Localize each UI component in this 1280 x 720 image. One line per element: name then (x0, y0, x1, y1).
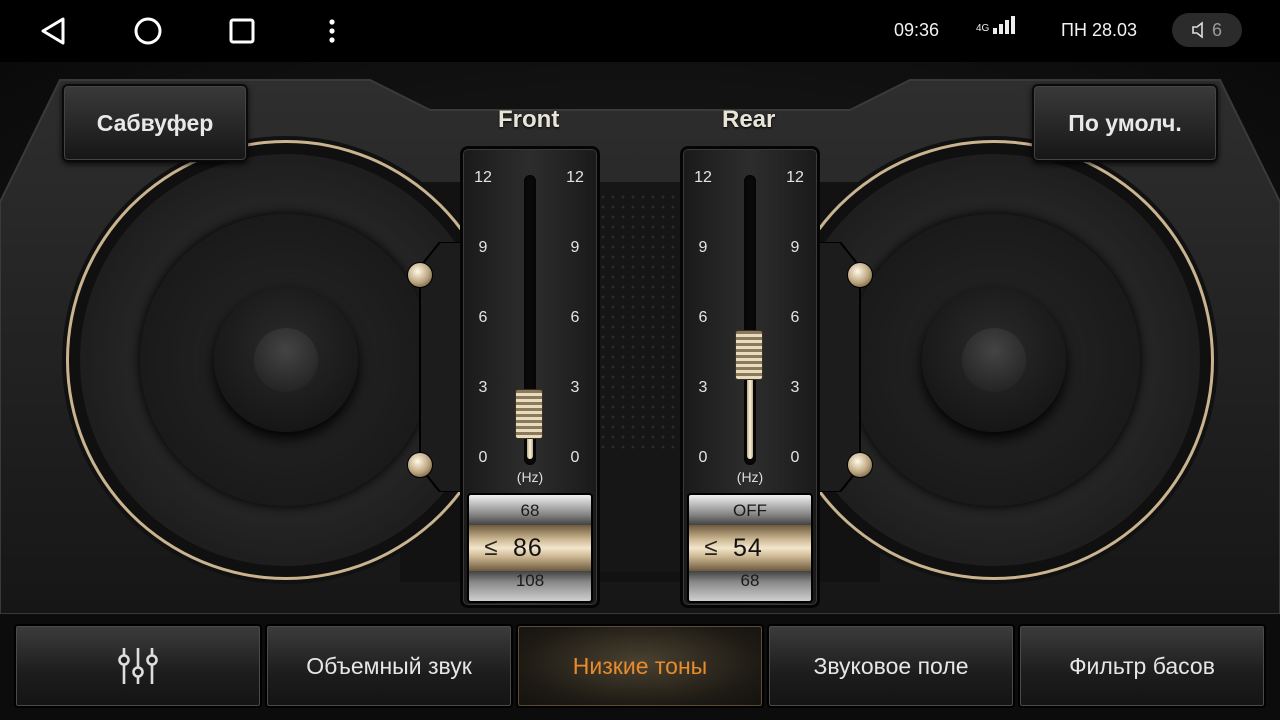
unit-label: (Hz) (736, 469, 764, 485)
wheel-selected[interactable]: ≤ 54 (689, 525, 811, 571)
front-slider-panel: 12 12 9 9 6 6 3 3 0 0 (Hz) 68 ≤ 86 108 (460, 146, 600, 608)
screw-icon (407, 452, 433, 478)
grille (598, 192, 682, 452)
scale-label: 9 (478, 239, 488, 256)
clock: 09:36 (894, 20, 940, 40)
scale-label: 0 (790, 449, 800, 466)
tab-sound-field[interactable]: Звуковое поле (767, 624, 1015, 708)
wheel-selected[interactable]: ≤ 86 (469, 525, 591, 571)
bottom-tab-bar: Объемный звук Низкие тоны Звуковое поле … (0, 614, 1280, 720)
status-bar: 09:36 4G ПН 28.03 6 (0, 0, 1280, 62)
front-title: Front (498, 106, 560, 133)
scale-label: 3 (570, 379, 580, 396)
scale-label: 12 (694, 169, 712, 186)
scale-label: 6 (698, 309, 708, 326)
wheel-prev-value: OFF (733, 501, 767, 520)
scale-label: 0 (478, 449, 488, 466)
wheel-current-value: 54 (733, 533, 763, 562)
bass-settings-stage: Сабвуфер По умолч. Front Rear 12 12 9 9 … (0, 62, 1280, 614)
tab-surround[interactable]: Объемный звук (265, 624, 513, 708)
back-icon[interactable] (36, 14, 70, 48)
equalizer-sliders-icon (118, 648, 158, 684)
wheel-next-value: 68 (740, 571, 760, 590)
home-icon[interactable] (131, 14, 165, 48)
less-equal-icon: ≤ (704, 534, 718, 561)
front-frequency-wheel[interactable]: 68 ≤ 86 108 (467, 493, 593, 603)
signal-icon: 4G (976, 16, 1016, 34)
unit-label: (Hz) (516, 469, 544, 485)
wheel-current-value: 86 (513, 533, 543, 562)
subwoofer-button[interactable]: Сабвуфер (62, 84, 248, 162)
screw-icon (407, 262, 433, 288)
scale-label: 3 (478, 379, 488, 396)
scale-label: 9 (698, 239, 708, 256)
scale-label: 9 (790, 239, 800, 256)
scale-label: 6 (790, 309, 800, 326)
screw-icon (847, 262, 873, 288)
scale-label: 12 (566, 169, 584, 186)
tab-bass-filter[interactable]: Фильтр басов (1018, 624, 1266, 708)
rear-frequency-wheel[interactable]: OFF ≤ 54 68 (687, 493, 813, 603)
scale-label: 3 (790, 379, 800, 396)
wheel-prev-value: 68 (520, 501, 540, 520)
scale-label: 12 (474, 169, 492, 186)
volume-value: 6 (1211, 19, 1222, 40)
network-type: 4G (976, 23, 990, 34)
tab-bass[interactable]: Низкие тоны (516, 624, 764, 708)
date: ПН 28.03 (1061, 20, 1137, 40)
recents-icon[interactable] (225, 14, 259, 48)
wheel-next-value: 108 (515, 571, 545, 590)
screw-icon (847, 452, 873, 478)
scale-label: 3 (698, 379, 708, 396)
scale-label: 6 (478, 309, 488, 326)
rear-title: Rear (722, 106, 776, 133)
scale-label: 9 (570, 239, 580, 256)
tab-equalizer[interactable] (14, 624, 262, 708)
front-slider-knob[interactable] (515, 389, 543, 440)
less-equal-icon: ≤ (484, 534, 498, 561)
rear-slider-fill (747, 375, 753, 459)
scale-label: 6 (570, 309, 580, 326)
rear-slider-knob[interactable] (735, 330, 763, 381)
volume-indicator[interactable]: 6 (1172, 13, 1242, 47)
rear-slider-panel: 12 12 9 9 6 6 3 3 0 0 (Hz) OFF ≤ 54 68 (680, 146, 820, 608)
more-vert-icon[interactable] (315, 14, 349, 48)
speaker-icon (1192, 21, 1203, 39)
default-button[interactable]: По умолч. (1032, 84, 1218, 162)
scale-label: 0 (570, 449, 580, 466)
scale-label: 12 (786, 169, 804, 186)
scale-label: 0 (698, 449, 708, 466)
